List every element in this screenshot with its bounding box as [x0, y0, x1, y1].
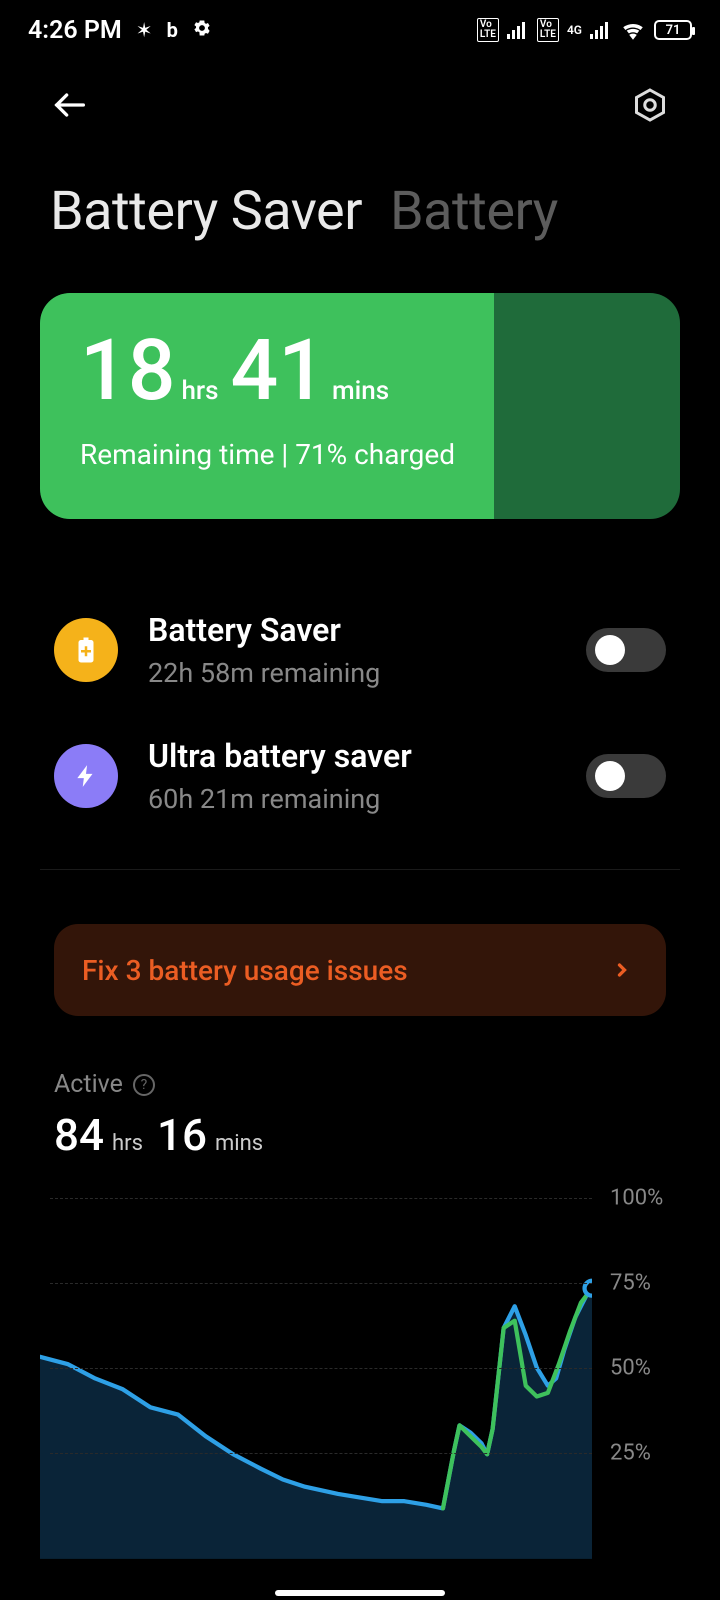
status-time: 4:26 PM [28, 16, 122, 45]
active-section: Active ? 84 hrs 16 mins [0, 1016, 720, 1162]
section-divider [40, 869, 680, 870]
volte-icon: VoLTE [477, 18, 499, 42]
active-hours-unit: hrs [112, 1131, 143, 1156]
mins-unit: mins [332, 376, 389, 406]
mode-row-battery-saver[interactable]: Battery Saver 22h 58m remaining [54, 587, 666, 713]
modes-list: Battery Saver 22h 58m remaining Ultra ba… [0, 519, 720, 839]
back-button[interactable] [48, 83, 92, 127]
help-icon[interactable]: ? [133, 1074, 155, 1096]
nav-handle[interactable] [275, 1590, 445, 1596]
mode-sub: 60h 21m remaining [148, 783, 556, 815]
network-type: 4G [567, 24, 582, 36]
battery-chart: 100% 75% 50% 25% [0, 1162, 720, 1538]
fix-issues-text: Fix 3 battery usage issues [82, 954, 408, 987]
active-hours: 84 [54, 1109, 104, 1161]
mode-sub: 22h 58m remaining [148, 657, 556, 689]
battery-plus-icon [54, 618, 118, 682]
active-mins: 16 [157, 1109, 207, 1161]
fix-issues-banner[interactable]: Fix 3 battery usage issues [54, 924, 666, 1016]
chevron-right-icon [612, 958, 632, 982]
tab-bar: Battery Saver Battery [0, 150, 720, 243]
tab-battery-saver[interactable]: Battery Saver [50, 180, 362, 243]
app-bar [0, 60, 720, 150]
remaining-time-card: 18 hrs 41 mins Remaining time | 71% char… [40, 293, 680, 519]
hours-unit: hrs [181, 376, 218, 406]
volte-icon-2: VoLTE [537, 18, 559, 42]
active-mins-unit: mins [215, 1131, 263, 1156]
active-label: Active [54, 1070, 123, 1099]
tab-battery[interactable]: Battery [390, 180, 558, 243]
status-bar: 4:26 PM ✶ b VoLTE VoLTE 4G 71 [0, 0, 720, 60]
mode-title: Ultra battery saver [148, 737, 556, 775]
remaining-subtext: Remaining time | 71% charged [80, 438, 640, 471]
signal-icon-2 [590, 21, 612, 39]
toggle-battery-saver[interactable] [586, 628, 666, 672]
wifi-icon [620, 20, 646, 40]
signal-icon [507, 21, 529, 39]
battery-status-icon: 71 [654, 20, 692, 40]
ytick-label: 25% [610, 1441, 651, 1466]
ytick-label: 75% [610, 1271, 651, 1296]
settings-button[interactable] [628, 83, 672, 127]
slack-icon: ✶ [136, 18, 153, 42]
app-icon: b [167, 18, 178, 42]
bolt-icon [54, 744, 118, 808]
mode-title: Battery Saver [148, 611, 556, 649]
remaining-mins: 41 [231, 329, 326, 413]
remaining-hours: 18 [80, 329, 175, 413]
ytick-label: 100% [610, 1186, 663, 1211]
ytick-label: 50% [610, 1356, 651, 1381]
mode-row-ultra-saver[interactable]: Ultra battery saver 60h 21m remaining [54, 713, 666, 839]
settings-small-icon [192, 18, 212, 43]
toggle-ultra-saver[interactable] [586, 754, 666, 798]
